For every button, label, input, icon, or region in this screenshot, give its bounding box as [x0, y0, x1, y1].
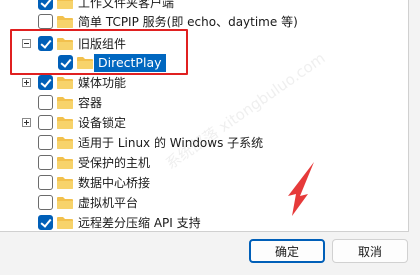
annotation-arrow-icon: [288, 162, 314, 216]
folder-icon: [56, 0, 74, 10]
folder-icon: [56, 176, 74, 190]
cancel-button-label: 取消: [357, 244, 382, 259]
feature-checkbox[interactable]: [38, 75, 53, 90]
folder-icon: [56, 156, 74, 170]
expand-icon[interactable]: [22, 78, 31, 87]
expand-icon[interactable]: [22, 118, 31, 127]
tree-item-label: 设备锁定: [78, 116, 127, 130]
feature-checkbox[interactable]: [38, 215, 53, 230]
ok-button-label: 确定: [274, 244, 299, 259]
feature-checkbox[interactable]: [38, 0, 53, 10]
tree-item-label: 受保护的主机: [78, 156, 151, 170]
tree-item[interactable]: 容器: [0, 93, 408, 113]
tree-item[interactable]: 受保护的主机: [0, 153, 408, 173]
tree-item-label: 容器: [78, 96, 103, 110]
feature-checkbox[interactable]: [38, 135, 53, 150]
tree-item-label: 数据中心桥接: [78, 176, 151, 190]
tree-item-label: 工作文件夹客户端: [78, 0, 175, 10]
feature-checkbox[interactable]: [38, 175, 53, 190]
tree-item-label: 远程差分压缩 API 支持: [78, 216, 201, 230]
folder-icon: [56, 96, 74, 110]
tree-item[interactable]: 设备锁定: [0, 113, 408, 133]
feature-checkbox[interactable]: [38, 115, 53, 130]
feature-checkbox[interactable]: [38, 14, 53, 29]
folder-icon: [56, 116, 74, 130]
folder-icon: [56, 216, 74, 230]
tree-item[interactable]: 虚拟机平台: [0, 193, 408, 213]
tree-item-label: 虚拟机平台: [78, 196, 139, 210]
feature-checkbox[interactable]: [38, 195, 53, 210]
annotation-highlight-box: [10, 29, 188, 75]
folder-icon: [56, 76, 74, 90]
tree-item[interactable]: 数据中心桥接: [0, 173, 408, 193]
tree-item[interactable]: 适用于 Linux 的 Windows 子系统: [0, 133, 408, 153]
folder-icon: [56, 15, 74, 29]
tree-item[interactable]: 媒体功能: [0, 73, 408, 93]
tree-item-label: 适用于 Linux 的 Windows 子系统: [78, 136, 264, 150]
feature-checkbox[interactable]: [38, 155, 53, 170]
feature-checkbox[interactable]: [38, 95, 53, 110]
ok-button[interactable]: 确定: [249, 239, 325, 263]
tree-item[interactable]: 远程差分压缩 API 支持: [0, 213, 408, 231]
tree-item-label: 媒体功能: [78, 76, 127, 90]
folder-icon: [56, 196, 74, 210]
tree-item-label: 简单 TCPIP 服务(即 echo、daytime 等): [78, 15, 298, 29]
cancel-button[interactable]: 取消: [332, 239, 408, 263]
folder-icon: [56, 136, 74, 150]
